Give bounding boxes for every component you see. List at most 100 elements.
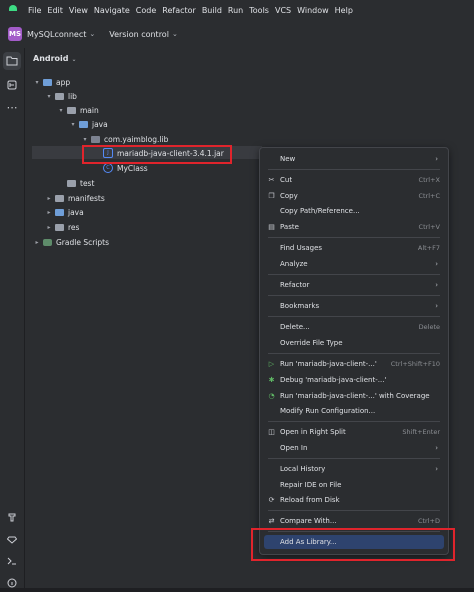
tree-node-gradle[interactable]: ▸ Gradle Scripts <box>33 235 109 249</box>
menu-vcs[interactable]: VCS <box>275 6 291 15</box>
chevron-right-icon: › <box>435 302 438 310</box>
coverage-icon: ◔ <box>268 392 275 400</box>
project-badge[interactable]: MS <box>8 27 22 41</box>
menu-bookmarks[interactable]: Bookmarks › <box>264 299 444 313</box>
menu-separator <box>268 510 440 511</box>
menu-override-file-type[interactable]: Override File Type <box>264 336 444 350</box>
tree-node-java[interactable]: ▾ java <box>69 117 107 131</box>
folder-icon <box>55 194 64 202</box>
menu-separator <box>268 295 440 296</box>
collapse-arrow-icon[interactable]: ▸ <box>45 195 53 202</box>
gradle-icon <box>43 238 52 246</box>
chevron-right-icon: › <box>435 465 438 473</box>
scissors-icon: ✂ <box>268 176 275 184</box>
tree-node-test[interactable]: test <box>57 176 94 190</box>
compare-icon: ⇄ <box>268 517 275 525</box>
menu-build[interactable]: Build <box>202 6 222 15</box>
menu-separator <box>268 316 440 317</box>
terminal-icon[interactable] <box>3 552 21 570</box>
menu-new[interactable]: New › <box>264 152 444 166</box>
menu-run-coverage[interactable]: ◔ Run 'mariadb-java-client-...' with Cov… <box>264 389 444 403</box>
tree-node-manifests[interactable]: ▸ manifests <box>45 191 104 205</box>
menu-paste[interactable]: ▤ Paste Ctrl+V <box>264 220 444 234</box>
tree-node-main[interactable]: ▾ main <box>57 103 98 117</box>
build-hammer-icon[interactable] <box>3 508 21 526</box>
context-menu: New › ✂ Cut Ctrl+X ❐ Copy Ctrl+C Copy Path/… <box>259 147 449 555</box>
menu-view[interactable]: View <box>69 6 88 15</box>
menu-open-right-split[interactable]: ◫ Open in Right Split Shift+Enter <box>264 425 444 439</box>
menu-code[interactable]: Code <box>136 6 156 15</box>
menu-run[interactable]: Run <box>228 6 243 15</box>
chevron-right-icon: › <box>435 260 438 268</box>
info-icon[interactable] <box>3 574 21 592</box>
menu-copy[interactable]: ❐ Copy Ctrl+C <box>264 189 444 203</box>
menu-tools[interactable]: Tools <box>249 6 269 15</box>
menu-file[interactable]: File <box>28 6 41 15</box>
menu-delete[interactable]: Delete... Delete <box>264 320 444 334</box>
chevron-right-icon: › <box>435 281 438 289</box>
menu-help[interactable]: Help <box>335 6 353 15</box>
chevron-down-icon[interactable]: ⌄ <box>172 30 178 38</box>
android-studio-logo-icon <box>8 5 18 15</box>
copy-icon: ❐ <box>268 192 275 200</box>
gem-icon[interactable] <box>3 530 21 548</box>
chevron-down-icon[interactable]: ⌄ <box>89 30 95 38</box>
menu-copy-path[interactable]: Copy Path/Reference... <box>264 204 444 218</box>
menu-window[interactable]: Window <box>297 6 329 15</box>
chevron-right-icon: › <box>435 155 438 163</box>
menu-local-history[interactable]: Local History › <box>264 462 444 476</box>
project-name[interactable]: MySQLconnect <box>27 30 86 39</box>
expand-arrow-icon[interactable]: ▾ <box>81 136 89 143</box>
folder-icon <box>55 223 64 231</box>
menu-run[interactable]: ▷ Run 'mariadb-java-client-...' Ctrl+Shif… <box>264 357 444 371</box>
commit-icon[interactable] <box>3 76 21 94</box>
project-folder-icon[interactable] <box>3 52 21 70</box>
clipboard-icon: ▤ <box>268 223 275 231</box>
project-toolbar: MS MySQLconnect ⌄ Version control ⌄ <box>0 20 474 49</box>
source-folder-icon <box>55 208 64 216</box>
panel-title[interactable]: Android ⌄ <box>33 54 77 63</box>
tree-node-java-root[interactable]: ▸ java <box>45 205 83 219</box>
menu-separator <box>268 274 440 275</box>
expand-arrow-icon[interactable]: ▾ <box>69 121 77 128</box>
menu-separator <box>268 421 440 422</box>
menu-analyze[interactable]: Analyze › <box>264 257 444 271</box>
version-control-button[interactable]: Version control <box>109 30 169 39</box>
expand-arrow-icon[interactable]: ▾ <box>33 79 41 86</box>
menu-repair-ide[interactable]: Repair IDE on File <box>264 478 444 492</box>
menu-separator <box>268 458 440 459</box>
menu-modify-run-config[interactable]: Modify Run Configuration... <box>264 404 444 418</box>
expand-arrow-icon[interactable]: ▾ <box>45 93 53 100</box>
folder-icon <box>67 179 76 187</box>
menu-separator <box>268 353 440 354</box>
tree-node-app[interactable]: ▾ app <box>33 75 70 89</box>
menu-open-in[interactable]: Open In › <box>264 441 444 455</box>
more-icon[interactable]: ⋯ <box>3 98 21 116</box>
menu-compare-with[interactable]: ⇄ Compare With... Ctrl+D <box>264 514 444 528</box>
folder-icon <box>55 92 64 100</box>
collapse-arrow-icon[interactable]: ▸ <box>33 239 41 246</box>
menu-separator <box>268 237 440 238</box>
run-triangle-icon: ▷ <box>268 360 275 368</box>
menu-reload-from-disk[interactable]: ⟳ Reload from Disk <box>264 493 444 507</box>
collapse-arrow-icon[interactable]: ▸ <box>45 209 53 216</box>
jar-highlight-box <box>82 145 232 164</box>
menu-refactor[interactable]: Refactor › <box>264 278 444 292</box>
debug-bug-icon: ✱ <box>268 376 275 384</box>
menu-find-usages[interactable]: Find Usages Alt+F7 <box>264 241 444 255</box>
menu-refactor[interactable]: Refactor <box>162 6 196 15</box>
tool-window-strip: ⋯ <box>0 48 25 588</box>
menu-cut[interactable]: ✂ Cut Ctrl+X <box>264 173 444 187</box>
collapse-arrow-icon[interactable]: ▸ <box>45 224 53 231</box>
tree-node-res[interactable]: ▸ res <box>45 220 79 234</box>
package-icon <box>91 135 100 143</box>
menu-debug[interactable]: ✱ Debug 'mariadb-java-client-...' <box>264 373 444 387</box>
split-view-icon: ◫ <box>268 428 275 436</box>
expand-arrow-icon[interactable]: ▾ <box>57 107 65 114</box>
menu-navigate[interactable]: Navigate <box>94 6 130 15</box>
menu-separator <box>268 169 440 170</box>
chevron-right-icon: › <box>435 444 438 452</box>
tree-node-lib[interactable]: ▾ lib <box>45 89 76 103</box>
tree-node-package[interactable]: ▾ com.yaimblog.lib <box>81 132 168 146</box>
menu-edit[interactable]: Edit <box>47 6 63 15</box>
